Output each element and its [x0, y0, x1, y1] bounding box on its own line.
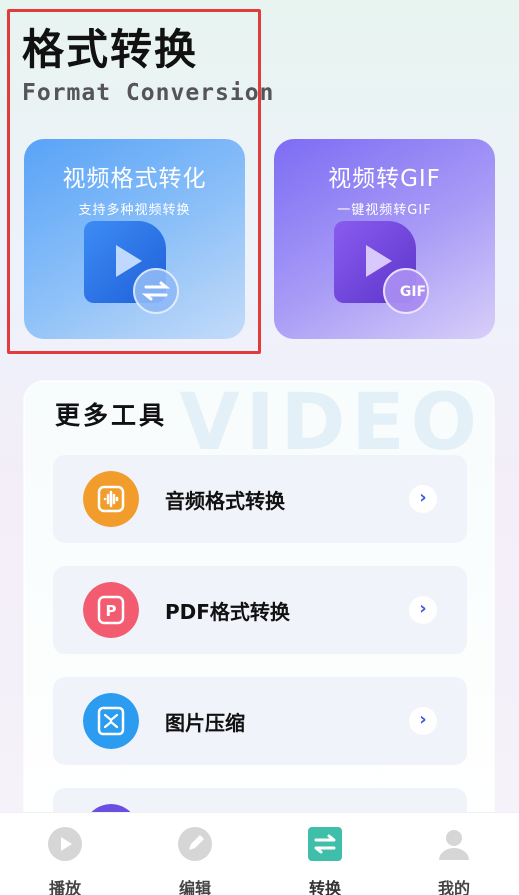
tab-label: 编辑 — [178, 879, 211, 895]
video-gif-icon — [334, 221, 429, 314]
audio-convert-icon — [83, 471, 139, 527]
section-title: 更多工具 — [55, 401, 168, 430]
card-title: 视频转GIF — [328, 166, 441, 192]
tab-label: 我的 — [437, 879, 470, 895]
tool-item-pdf-convert[interactable]: P PDF格式转换 › — [53, 566, 467, 654]
tab-convert[interactable]: 转换 — [260, 813, 390, 895]
tool-label: 图片压缩 — [165, 711, 245, 735]
edit-icon — [178, 827, 212, 861]
page-title: 格式转换 — [22, 25, 199, 74]
profile-icon — [439, 830, 469, 860]
tool-label: PDF格式转换 — [165, 600, 290, 624]
image-compress-icon — [83, 693, 139, 749]
video-convert-icon — [84, 221, 179, 314]
video-to-gif-card[interactable]: 视频转GIF 一键视频转GIF GIF — [274, 139, 495, 339]
video-format-convert-card[interactable]: 视频格式转化 支持多种视频转换 — [24, 139, 245, 339]
page-header: 格式转换 Format Conversion — [22, 24, 274, 106]
play-icon — [48, 827, 82, 861]
gif-badge: GIF — [399, 284, 427, 300]
bottom-tab-bar: 播放 编辑 转换 我的 — [0, 812, 519, 895]
tab-label: 转换 — [308, 879, 341, 895]
pdf-icon: P — [83, 582, 139, 638]
chevron-right-icon: › — [409, 707, 437, 735]
page-subtitle: Format Conversion — [22, 80, 275, 106]
tool-label: 音频格式转换 — [165, 489, 285, 513]
tab-edit[interactable]: 编辑 — [130, 813, 260, 895]
tool-item-image-compress[interactable]: 图片压缩 › — [53, 677, 467, 765]
tab-profile[interactable]: 我的 — [389, 813, 519, 895]
convert-icon — [308, 827, 342, 861]
svg-text:P: P — [106, 602, 117, 620]
chevron-right-icon: › — [409, 596, 437, 624]
chevron-right-icon: › — [409, 485, 437, 513]
more-tools-panel: VIDEO 更多工具 音频格式转换 › P PDF格式转换 › 图片压缩 › — [24, 381, 494, 831]
tool-item-audio-convert[interactable]: 音频格式转换 › — [53, 455, 467, 543]
card-title: 视频格式转化 — [62, 166, 207, 192]
tab-label: 播放 — [48, 879, 81, 895]
tab-play[interactable]: 播放 — [0, 813, 130, 895]
